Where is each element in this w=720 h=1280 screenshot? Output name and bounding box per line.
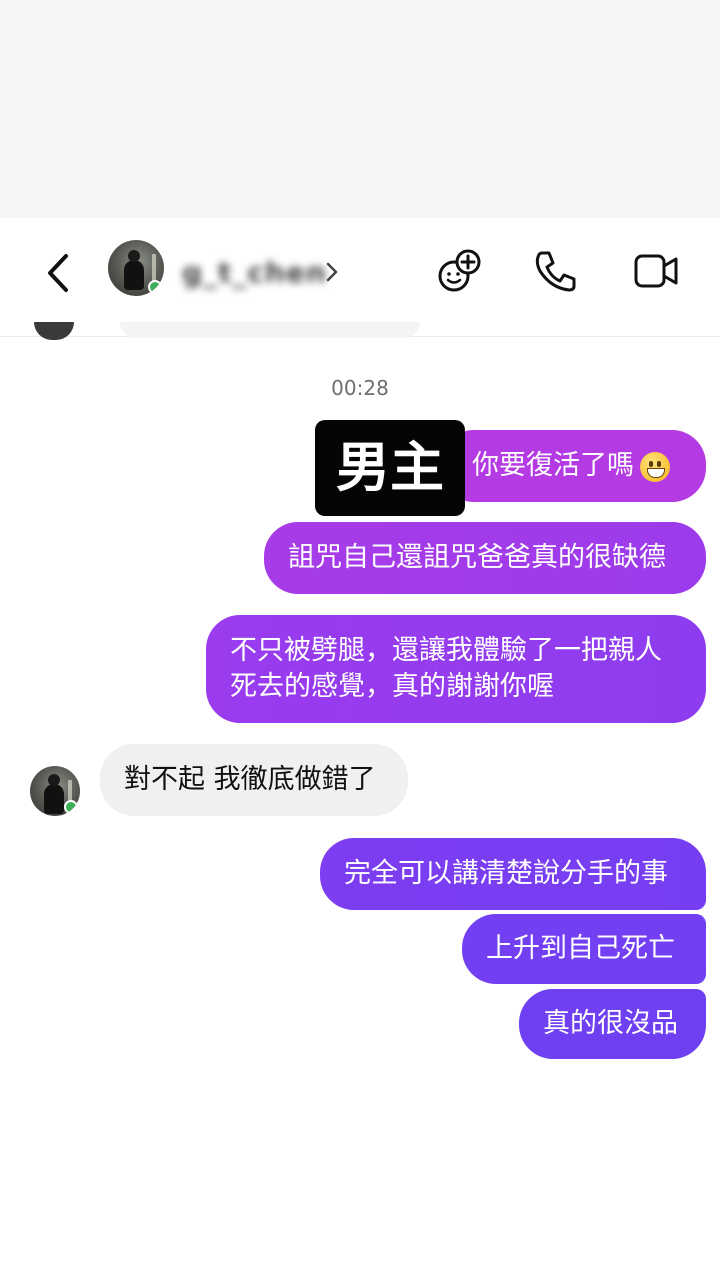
message-text: 完全可以講清楚說分手的事 (344, 858, 668, 889)
message-text-line: 不只被劈腿，還讓我體驗了一把親人 (230, 635, 662, 666)
outgoing-message[interactable]: 你要復活了嗎 (440, 430, 706, 502)
message-text: 對不起 我徹底做錯了 (124, 764, 376, 795)
outgoing-message[interactable]: 完全可以講清楚說分手的事 (320, 838, 706, 910)
video-camera-icon[interactable] (633, 248, 679, 294)
avatar[interactable] (30, 766, 80, 816)
outgoing-message[interactable]: 詛咒自己還詛咒爸爸真的很缺德 (264, 522, 706, 594)
username[interactable]: g_t_chen (182, 256, 327, 289)
outgoing-message[interactable]: 真的很沒品 (519, 989, 706, 1059)
message-text: 詛咒自己還詛咒爸爸真的很缺德 (288, 542, 666, 573)
grinning-face-icon (640, 451, 670, 482)
message-timestamp: 00:28 (331, 376, 389, 400)
avatar (34, 322, 74, 340)
avatar[interactable] (108, 240, 164, 296)
previous-message-edge (120, 322, 420, 338)
outgoing-message[interactable]: 不只被劈腿，還讓我體驗了一把親人 死去的感覺，真的謝謝你喔 (206, 615, 706, 723)
chat-header: g_t_chen (0, 218, 720, 337)
empty-area (0, 1062, 720, 1280)
incoming-message[interactable]: 對不起 我徹底做錯了 (100, 744, 408, 816)
message-text: 真的很沒品 (543, 1008, 678, 1039)
add-friend-avatars-icon[interactable] (436, 248, 482, 294)
overlay-label: 男主 (315, 420, 465, 516)
phone-icon[interactable] (533, 248, 577, 294)
outgoing-message[interactable]: 上升到自己死亡 (462, 914, 706, 984)
chevron-right-icon[interactable] (322, 258, 342, 286)
status-area (0, 0, 720, 218)
message-text: 你要復活了嗎 (472, 450, 634, 481)
message-text-line: 死去的感覺，真的謝謝你喔 (230, 671, 554, 702)
message-text: 上升到自己死亡 (486, 933, 675, 964)
chevron-left-icon[interactable] (40, 250, 76, 296)
